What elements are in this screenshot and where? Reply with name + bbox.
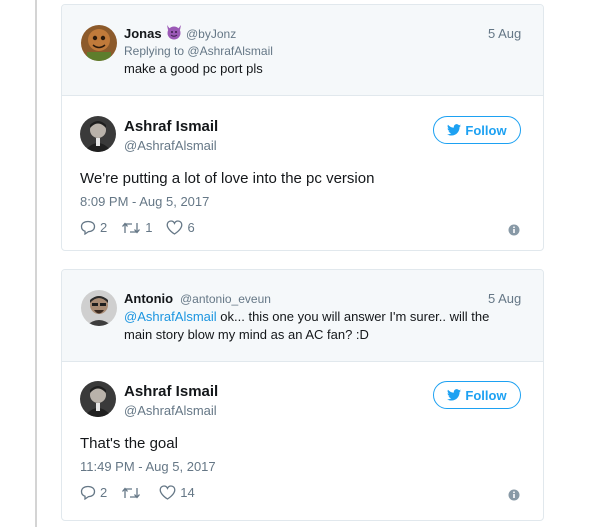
tweet-timestamp[interactable]: 8:09 PM - Aug 5, 2017 [80,194,209,209]
author-handle[interactable]: @AshrafAlsmail [124,138,217,153]
author-name[interactable]: Ashraf Ismail [124,118,218,135]
author-name[interactable]: Antonio [124,291,173,306]
retweet-icon [121,221,141,235]
follow-button[interactable]: Follow [433,381,521,409]
avatar[interactable] [81,25,117,61]
like-action[interactable]: 14 [159,485,195,500]
retweet-action[interactable] [121,486,145,500]
twitter-bird-icon [447,389,462,401]
heart-icon [159,485,176,500]
retweet-icon [121,486,141,500]
info-icon[interactable] [508,488,520,506]
reply-action[interactable]: 2 [80,220,107,235]
tweet-text: We're putting a lot of love into the pc … [80,170,375,187]
tweet-text: That's the goal [80,435,178,452]
replying-to-label: Replying to [124,44,185,58]
follow-label: Follow [465,387,507,403]
author-name[interactable]: Ashraf Ismail [124,383,218,400]
embedded-tweet-card[interactable]: Antonio @antonio_eveun 5 Aug @AshrafAlsm… [61,269,544,521]
tweet-actions: 2 14 [80,485,209,500]
avatar[interactable] [80,116,116,152]
heart-icon [166,220,183,235]
reply-count: 2 [100,220,108,235]
parent-tweet-text-line2: main story blow my mind as an AC fan? :D [124,327,369,342]
retweet-action[interactable]: 1 [121,220,152,235]
replying-to-handle[interactable]: @AshrafAlsmail [187,44,273,58]
smiling-devil-icon [165,24,183,45]
tweet-actions: 2 1 6 [80,220,209,235]
author-handle[interactable]: @AshrafAlsmail [124,403,217,418]
twitter-bird-icon [447,124,462,136]
retweet-count: 1 [145,220,153,235]
like-count: 6 [187,220,195,235]
parent-tweet-text: make a good pc port pls [124,61,263,76]
like-count: 14 [180,485,195,500]
parent-tweet[interactable]: Jonas @byJonz 5 Aug Replying to @AshrafA… [62,5,543,96]
embedded-tweet-card[interactable]: Jonas @byJonz 5 Aug Replying to @AshrafA… [61,4,544,251]
avatar[interactable] [80,381,116,417]
reply-icon [80,485,96,500]
tweet-date[interactable]: 5 Aug [488,291,521,306]
parent-tweet[interactable]: Antonio @antonio_eveun 5 Aug @AshrafAlsm… [62,270,543,362]
tweet-timestamp[interactable]: 11:49 PM - Aug 5, 2017 [80,459,216,474]
like-action[interactable]: 6 [166,220,195,235]
follow-button[interactable]: Follow [433,116,521,144]
parent-tweet-text-line1: ok... this one you will answer I'm surer… [216,309,490,324]
info-icon[interactable] [508,223,520,241]
follow-label: Follow [465,122,507,138]
author-name[interactable]: Jonas [124,26,162,41]
replying-to: Replying to @AshrafAlsmail [124,44,273,58]
reply-count: 2 [100,485,108,500]
reply-action[interactable]: 2 [80,485,107,500]
parent-tweet-text: @AshrafAlsmail ok... this one you will a… [124,308,524,344]
page-margin [0,0,35,527]
author-handle[interactable]: @byJonz [186,27,236,41]
author-handle[interactable]: @antonio_eveun [180,292,271,306]
mention-link[interactable]: @AshrafAlsmail [124,309,217,324]
reply-icon [80,220,96,235]
avatar[interactable] [81,290,117,326]
tweet-date[interactable]: 5 Aug [488,26,521,41]
